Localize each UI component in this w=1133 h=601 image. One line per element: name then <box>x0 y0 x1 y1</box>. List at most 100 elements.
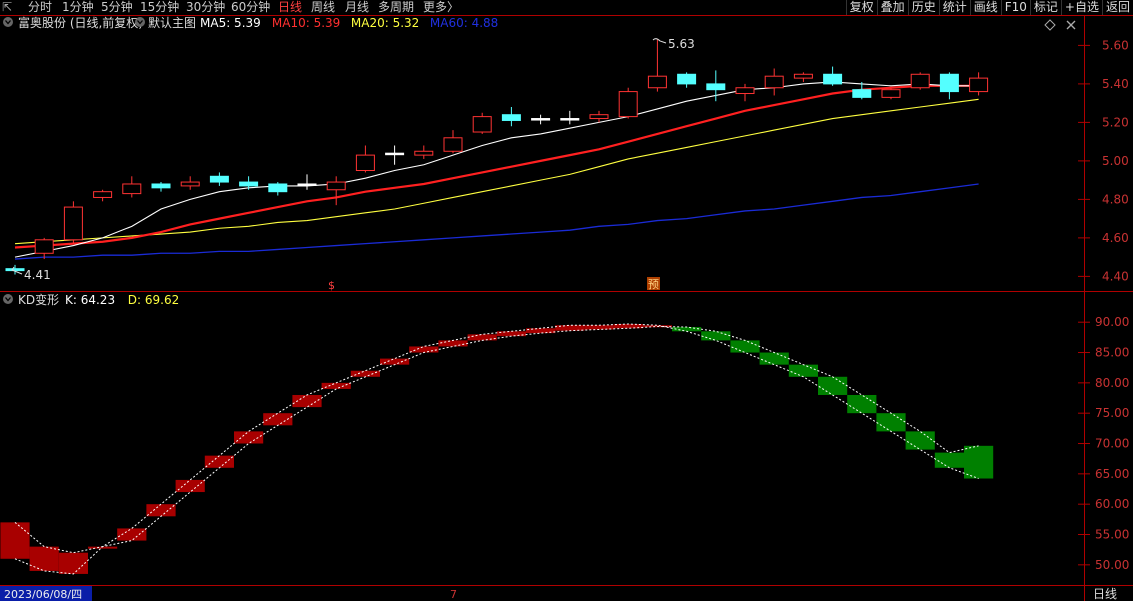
chart-area[interactable]: 富奥股份 (日线,前复权) 默认主图 MA5: 5.39 MA10: 5.39 MA… <box>0 0 1133 601</box>
kd-box <box>175 479 205 493</box>
candle-body <box>63 206 83 241</box>
price-tick-label: 4.40 <box>1102 269 1129 283</box>
kd-box <box>204 455 234 468</box>
ma20-line <box>14 98 979 245</box>
high-annotation: 5.63 <box>652 37 695 51</box>
candle <box>326 176 346 206</box>
candle-body <box>209 175 229 183</box>
kd-tick-label: 65.00 <box>1095 467 1129 481</box>
collapse-icon[interactable] <box>3 17 13 27</box>
kd-box <box>934 452 964 468</box>
k-line <box>14 323 979 554</box>
candle-body <box>443 137 463 152</box>
diamond-icon[interactable] <box>1044 19 1056 31</box>
candle <box>385 145 405 165</box>
indicator-collapse-icon[interactable] <box>3 294 13 304</box>
ma-legend-item: MA10: 5.39 <box>272 16 340 30</box>
event-marker-dividend[interactable]: $ <box>328 279 335 292</box>
ma10-line <box>14 84 979 249</box>
candle <box>268 182 288 196</box>
sub-panel-header: KD变形 K: 64.23 D: 69.62 <box>3 292 179 307</box>
kd-legend-item: D: 69.62 <box>128 293 179 307</box>
candle <box>618 87 638 119</box>
candle-body <box>297 183 317 186</box>
kd-tick-label: 75.00 <box>1095 406 1129 420</box>
kd-box <box>905 431 935 450</box>
candle <box>180 176 200 190</box>
candle <box>531 114 551 125</box>
cursor-date: 2023/06/08/四 <box>4 588 82 601</box>
kd-lines <box>14 323 979 575</box>
candle-body <box>501 114 521 121</box>
kd-box <box>438 340 468 347</box>
price-tick-label: 4.60 <box>1102 231 1129 245</box>
kd-tick-label: 80.00 <box>1095 376 1129 390</box>
candle-body <box>764 75 784 89</box>
kd-box <box>467 334 497 341</box>
candle-body <box>326 181 346 191</box>
kd-tick-label: 90.00 <box>1095 315 1129 329</box>
candle <box>939 72 959 100</box>
kd-box <box>0 522 30 559</box>
kd-tick-label: 85.00 <box>1095 346 1129 360</box>
kd-legend: KD变形 K: 64.23 D: 69.62 <box>18 292 179 307</box>
kd-tick-label: 50.00 <box>1095 558 1129 572</box>
candle-body <box>677 73 697 85</box>
kd-box <box>788 364 818 377</box>
template-dropdown-icon[interactable] <box>135 17 145 27</box>
kd-box <box>759 352 789 365</box>
kd-box <box>409 346 439 353</box>
candle-body <box>151 183 171 189</box>
candle <box>969 72 989 96</box>
candle <box>735 83 755 102</box>
candle <box>881 87 901 100</box>
candle <box>122 176 142 198</box>
candle-body <box>910 73 930 89</box>
candle-body <box>5 268 25 272</box>
high-label: 5.63 <box>668 37 695 51</box>
bottom-bar: 2023/06/08/四 7 日线 <box>0 586 1117 601</box>
candle-body <box>618 91 638 118</box>
template-name: 默认主图 <box>148 15 196 30</box>
candle-body <box>647 75 667 89</box>
ma60-line <box>14 183 979 260</box>
price-tick-label: 4.80 <box>1102 192 1129 206</box>
forecast-marker: 预 <box>648 278 659 291</box>
event-marker-forecast[interactable]: 预 <box>647 277 660 291</box>
price-tick-label: 5.60 <box>1102 38 1129 52</box>
candle-body <box>560 118 580 121</box>
candle-body <box>939 73 959 93</box>
candle-body <box>180 181 200 187</box>
kd-box <box>58 552 88 574</box>
candle-body <box>93 191 113 198</box>
candle-body <box>355 154 375 172</box>
price-tick-label: 5.00 <box>1102 154 1129 168</box>
candle <box>764 68 784 96</box>
ma-legend-item: MA5: 5.39 <box>200 16 261 30</box>
price-axis: 4.40 4.60 4.80 5.00 5.20 5.40 5.60 <box>1078 38 1129 283</box>
candle <box>63 201 83 244</box>
d-line <box>14 325 979 575</box>
kd-box <box>876 413 906 432</box>
candlesticks <box>5 39 989 275</box>
close-icon[interactable] <box>1066 20 1076 30</box>
candle <box>677 72 697 88</box>
kd-box <box>847 394 877 414</box>
candle <box>647 39 667 92</box>
candle <box>501 106 521 127</box>
candle <box>355 145 375 173</box>
kd-box <box>146 504 176 517</box>
candle-body <box>472 116 492 133</box>
kd-box <box>350 370 380 377</box>
candle-body <box>735 87 755 95</box>
cursor-mark: 7 <box>450 588 457 601</box>
ma-legend: MA5: 5.39 MA10: 5.39 MA20: 5.32 MA60: 4.88 <box>200 16 498 30</box>
kd-box <box>964 445 994 479</box>
candle <box>5 264 25 275</box>
candle <box>151 182 171 192</box>
kd-box <box>234 431 264 444</box>
candle-body <box>385 152 405 156</box>
candle-body <box>531 118 551 121</box>
candle-body <box>34 239 54 254</box>
kd-indicator-name: KD变形 <box>18 292 59 307</box>
